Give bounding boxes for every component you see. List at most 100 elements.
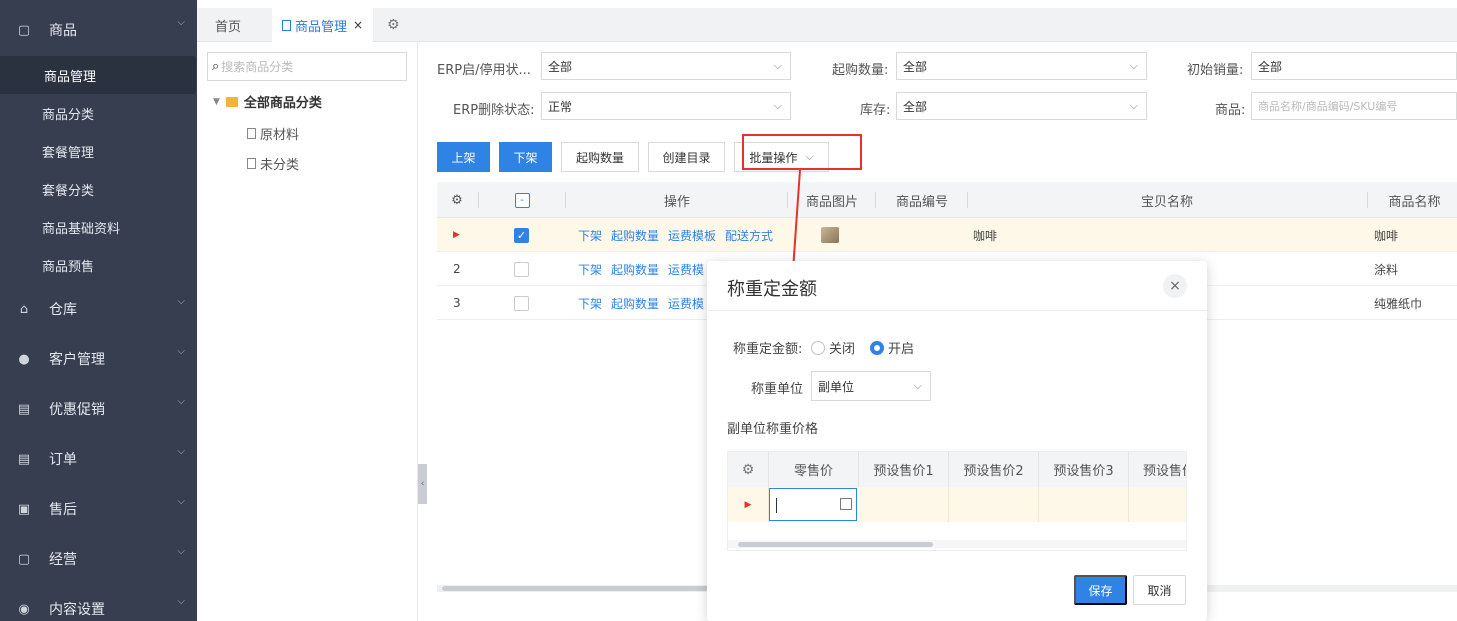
calculator-icon[interactable] <box>840 498 852 510</box>
sidebar-item-package-management[interactable]: 套餐管理 <box>0 132 197 170</box>
initial-sales-select[interactable]: 全部 <box>1251 52 1457 80</box>
chevron-down-icon: ⌵ <box>177 295 185 307</box>
box-icon: ▢ <box>17 22 31 38</box>
preset-3-cell[interactable] <box>1039 487 1129 522</box>
on-shelf-button[interactable]: 上架 <box>437 142 490 172</box>
filter-label-initial-sales: 初始销量: <box>1187 63 1244 78</box>
column-header-image: 商品图片 <box>805 194 858 210</box>
tree-root[interactable]: ▼ 全部商品分类 <box>213 92 322 111</box>
search-icon: ⌕ <box>212 59 220 74</box>
column-header-preset-4: 预设售价 <box>1143 464 1186 479</box>
action-freight-template-link[interactable]: 运费模 <box>668 295 704 312</box>
current-row-marker: ▶ <box>453 230 460 240</box>
action-delivery-link[interactable]: 配送方式 <box>725 227 773 244</box>
chevron-down-icon: ⌵ <box>177 395 185 407</box>
cell-index: 2 <box>453 262 461 276</box>
caret-down-icon: ▼ <box>213 96 220 107</box>
column-header-preset-1: 预设售价1 <box>859 452 949 487</box>
chevron-down-icon: ⌵ <box>773 59 782 72</box>
price-section-title: 副单位称重价格 <box>727 422 819 437</box>
action-off-shelf-link[interactable]: 下架 <box>578 261 602 278</box>
action-off-shelf-link[interactable]: 下架 <box>578 227 602 244</box>
tab-bar: 首页 商品管理 × ⚙ <box>197 8 1457 42</box>
action-min-qty-link[interactable]: 起购数量 <box>611 261 659 278</box>
sidebar-item-goods-category[interactable]: 商品分类 <box>0 94 197 132</box>
sidebar-item-package-category[interactable]: 套餐分类 <box>0 170 197 208</box>
sidebar-group-warehouse[interactable]: ⌂ 仓库 ⌵ <box>0 284 197 334</box>
row-actions: 下架 起购数量 运费模板 配送方式 <box>578 218 782 252</box>
chevron-down-icon: ⌵ <box>177 495 185 507</box>
sidebar-item-goods-management[interactable]: 商品管理 <box>0 56 196 94</box>
filter-label-min-qty: 起购数量: <box>832 63 889 78</box>
sidebar-item-goods-basic-data[interactable]: 商品基础资料 <box>0 208 197 246</box>
sidebar-item-goods-presale[interactable]: 商品预售 <box>0 246 197 284</box>
action-freight-template-link[interactable]: 运费模 <box>668 261 704 278</box>
radio-on[interactable]: 开启 <box>870 338 914 357</box>
cell-name: 涂料 <box>1374 262 1399 277</box>
action-min-qty-link[interactable]: 起购数量 <box>611 227 659 244</box>
weigh-unit-select[interactable]: 副单位 ⌵ <box>811 371 931 401</box>
preset-1-cell[interactable] <box>859 487 949 522</box>
column-header-title: 宝贝名称 <box>1140 194 1193 210</box>
filter-label-product: 商品: <box>1215 103 1246 118</box>
filter-label-erp-delete: ERP删除状态: <box>453 103 535 118</box>
sidebar-group-aftersales[interactable]: ▣ 售后 ⌵ <box>0 484 197 534</box>
gear-icon[interactable]: ⚙ <box>728 452 769 487</box>
sidebar-group-orders[interactable]: ▤ 订单 ⌵ <box>0 434 197 484</box>
cancel-button[interactable]: 取消 <box>1133 575 1186 605</box>
collapse-handle[interactable]: ‹ <box>418 464 427 504</box>
price-grid-scrollbar[interactable] <box>728 540 1186 548</box>
tab-goods-management[interactable]: 商品管理 × <box>272 8 374 42</box>
dialog-divider <box>707 310 1207 311</box>
create-catalog-button[interactable]: 创建目录 <box>648 142 725 172</box>
category-search-input[interactable]: ⌕ 搜索商品分类 <box>207 52 407 81</box>
sidebar-group-goods[interactable]: ▢ 商品 ⌵ <box>0 5 197 55</box>
row-checkbox[interactable]: ✓ <box>514 218 529 252</box>
action-freight-template-link[interactable]: 运费模板 <box>668 227 716 244</box>
tab-home[interactable]: 首页 <box>215 8 241 42</box>
chevron-down-icon: ⌵ <box>1129 59 1138 72</box>
select-all-checkbox[interactable]: - <box>512 182 532 218</box>
row-actions: 下架 起购数量 运费模 <box>578 286 713 320</box>
current-row-marker: ▶ <box>728 487 769 522</box>
sidebar-group-promotions[interactable]: ▤ 优惠促销 ⌵ <box>0 384 197 434</box>
stock-select[interactable]: 全部 ⌵ <box>896 92 1147 120</box>
annotation-highlight-box <box>742 134 862 170</box>
row-checkbox[interactable] <box>514 252 529 286</box>
sidebar-group-content-settings[interactable]: ◉ 内容设置 ⌵ <box>0 584 197 621</box>
chevron-down-icon: ⌵ <box>177 445 185 457</box>
dialog-title: 称重定金额 <box>727 279 817 300</box>
preset-2-cell[interactable] <box>949 487 1039 522</box>
close-icon[interactable]: × <box>353 18 363 32</box>
radio-off[interactable]: 关闭 <box>811 338 855 357</box>
document-icon <box>282 19 291 31</box>
row-actions: 下架 起购数量 运费模 <box>578 252 713 286</box>
tree-leaf-uncategorized[interactable]: 未分类 <box>247 154 299 173</box>
gear-icon[interactable]: ⚙ <box>442 182 472 218</box>
user-icon: ● <box>18 351 30 367</box>
min-qty-button[interactable]: 起购数量 <box>561 142 639 172</box>
erp-status-select[interactable]: 全部 ⌵ <box>541 52 791 80</box>
product-search-input[interactable]: 商品名称/商品编码/SKU编号 <box>1251 92 1457 120</box>
filter-label-stock: 库存: <box>860 103 891 118</box>
sidebar-group-customers[interactable]: ● 客户管理 ⌵ <box>0 334 197 384</box>
save-button[interactable]: 保存 <box>1074 575 1127 605</box>
weigh-unit-label: 称重单位 <box>751 382 804 397</box>
list-icon: ▤ <box>17 401 31 417</box>
retail-price-input[interactable] <box>769 488 857 521</box>
table-row[interactable]: ▶ ✓ 下架 起购数量 运费模板 配送方式 咖啡 咖啡 <box>437 218 1457 252</box>
clipboard-icon: ▣ <box>17 501 31 517</box>
document-icon <box>247 128 256 139</box>
tree-leaf-raw-material[interactable]: 原材料 <box>247 124 299 143</box>
erp-delete-select[interactable]: 正常 ⌵ <box>541 92 791 120</box>
action-min-qty-link[interactable]: 起购数量 <box>611 295 659 312</box>
close-icon[interactable]: × <box>1163 274 1187 298</box>
off-shelf-button[interactable]: 下架 <box>499 142 552 172</box>
min-qty-select[interactable]: 全部 ⌵ <box>896 52 1147 80</box>
gear-icon[interactable]: ⚙ <box>387 8 400 42</box>
price-grid-row[interactable]: ▶ <box>728 487 1186 522</box>
sidebar-group-operations[interactable]: ▢ 经营 ⌵ <box>0 534 197 584</box>
action-off-shelf-link[interactable]: 下架 <box>578 295 602 312</box>
row-checkbox[interactable] <box>514 286 529 320</box>
box-icon: ▢ <box>17 551 31 567</box>
